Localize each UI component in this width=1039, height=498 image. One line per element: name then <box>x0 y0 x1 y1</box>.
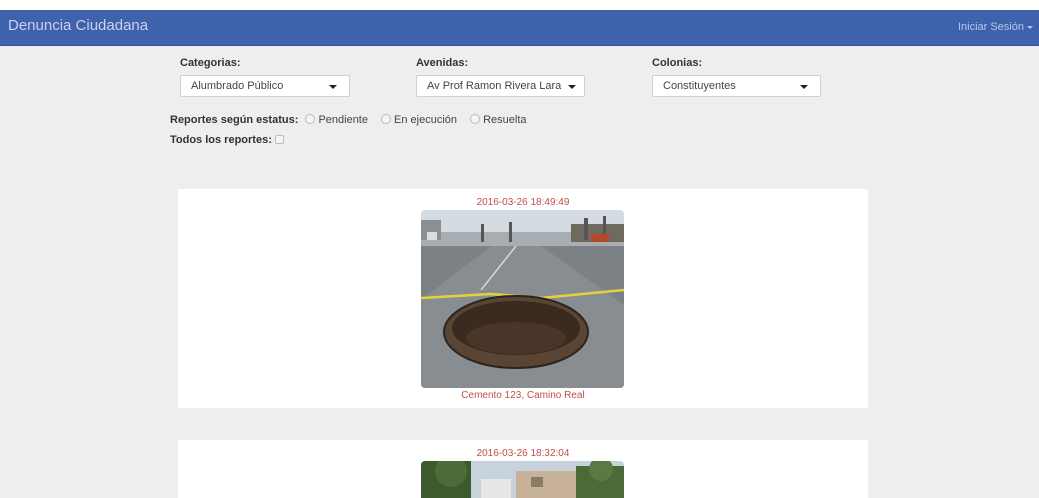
report-datetime: 2016-03-26 18:32:04 <box>476 448 570 459</box>
colonias-label: Colonias: <box>652 57 703 69</box>
categorias-selected: Alumbrado Público <box>191 80 284 92</box>
status-option-en-ejecucion: En ejecución <box>394 114 458 126</box>
status-option-resuelta: Resuelta <box>483 114 527 126</box>
chevron-down-icon <box>568 85 576 89</box>
radio-pendiente[interactable] <box>305 114 316 124</box>
status-filter: Reportes según estatus: Pendiente En eje… <box>170 114 527 126</box>
status-label: Reportes según estatus: <box>170 114 299 126</box>
categorias-select[interactable]: Alumbrado Público <box>180 75 350 97</box>
colonias-select[interactable]: Constituyentes <box>652 75 821 97</box>
all-reports-checkbox[interactable] <box>274 135 284 144</box>
chevron-down-icon <box>1027 25 1033 29</box>
avenidas-select[interactable]: Av Prof Ramon Rivera Lara <box>416 75 585 97</box>
report-card[interactable]: 2016-03-26 18:32:04 <box>178 440 868 498</box>
report-location: Cemento 123, Camino Real <box>461 390 585 401</box>
brand-link[interactable]: Denuncia Ciudadana <box>8 17 148 34</box>
categorias-label: Categorias: <box>180 57 241 69</box>
all-reports-filter: Todos los reportes: <box>170 134 284 146</box>
login-label: Iniciar Sesión <box>957 21 1024 33</box>
report-photo[interactable] <box>421 210 624 388</box>
report-photo[interactable] <box>421 461 624 498</box>
login-dropdown[interactable]: Iniciar Sesión <box>958 21 1033 33</box>
status-option-pendiente: Pendiente <box>318 114 368 126</box>
avenidas-selected: Av Prof Ramon Rivera Lara <box>427 80 562 92</box>
radio-resuelta[interactable] <box>470 114 481 124</box>
radio-en-ejecucion[interactable] <box>381 114 392 124</box>
report-card[interactable]: 2016-03-26 18:49:49 Cemento 123, Camino … <box>178 189 868 408</box>
top-strip <box>0 0 1039 10</box>
all-reports-label: Todos los reportes: <box>170 134 272 146</box>
colonias-selected: Constituyentes <box>663 80 736 92</box>
report-datetime: 2016-03-26 18:49:49 <box>476 197 570 208</box>
chevron-down-icon <box>800 85 808 89</box>
avenidas-label: Avenidas: <box>416 57 469 69</box>
navbar: Denuncia Ciudadana Iniciar Sesión <box>0 10 1039 46</box>
chevron-down-icon <box>329 85 337 89</box>
